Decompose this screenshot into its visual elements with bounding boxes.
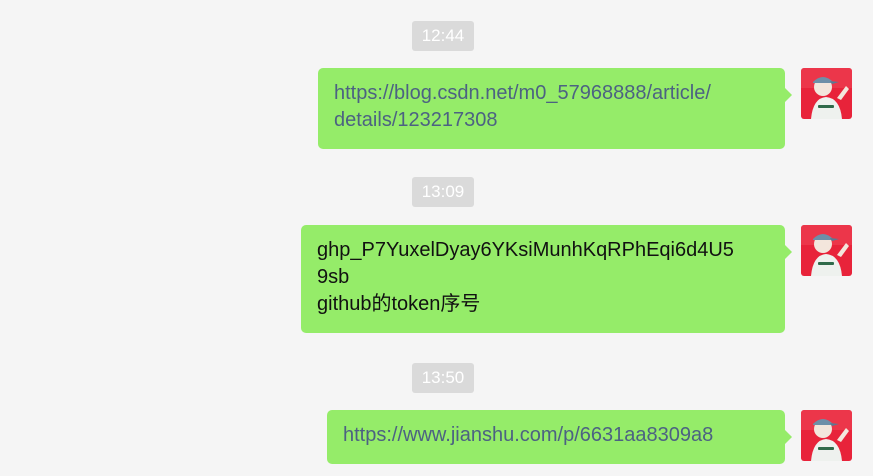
user-avatar-icon	[801, 225, 852, 276]
user-avatar-icon	[801, 410, 852, 461]
message-bubble[interactable]: ghp_P7YuxelDyay6YKsiMunhKqRPhEqi6d4U5 9s…	[301, 225, 792, 333]
timestamp: 13:50	[412, 363, 474, 393]
avatar[interactable]	[801, 410, 852, 461]
message-text: ghp_P7YuxelDyay6YKsiMunhKqRPhEqi6d4U5 9s…	[317, 239, 734, 315]
message-bubble[interactable]: https://www.jianshu.com/p/6631aa8309a8	[327, 410, 792, 464]
avatar[interactable]	[801, 68, 852, 119]
timestamp: 12:44	[412, 21, 474, 51]
avatar[interactable]	[801, 225, 852, 276]
message-bubble[interactable]: https://blog.csdn.net/m0_57968888/articl…	[318, 68, 792, 149]
user-avatar-icon	[801, 68, 852, 119]
message-link[interactable]: https://www.jianshu.com/p/6631aa8309a8	[343, 424, 713, 446]
timestamp: 13:09	[412, 177, 474, 207]
message-link[interactable]: https://blog.csdn.net/m0_57968888/articl…	[334, 82, 711, 131]
